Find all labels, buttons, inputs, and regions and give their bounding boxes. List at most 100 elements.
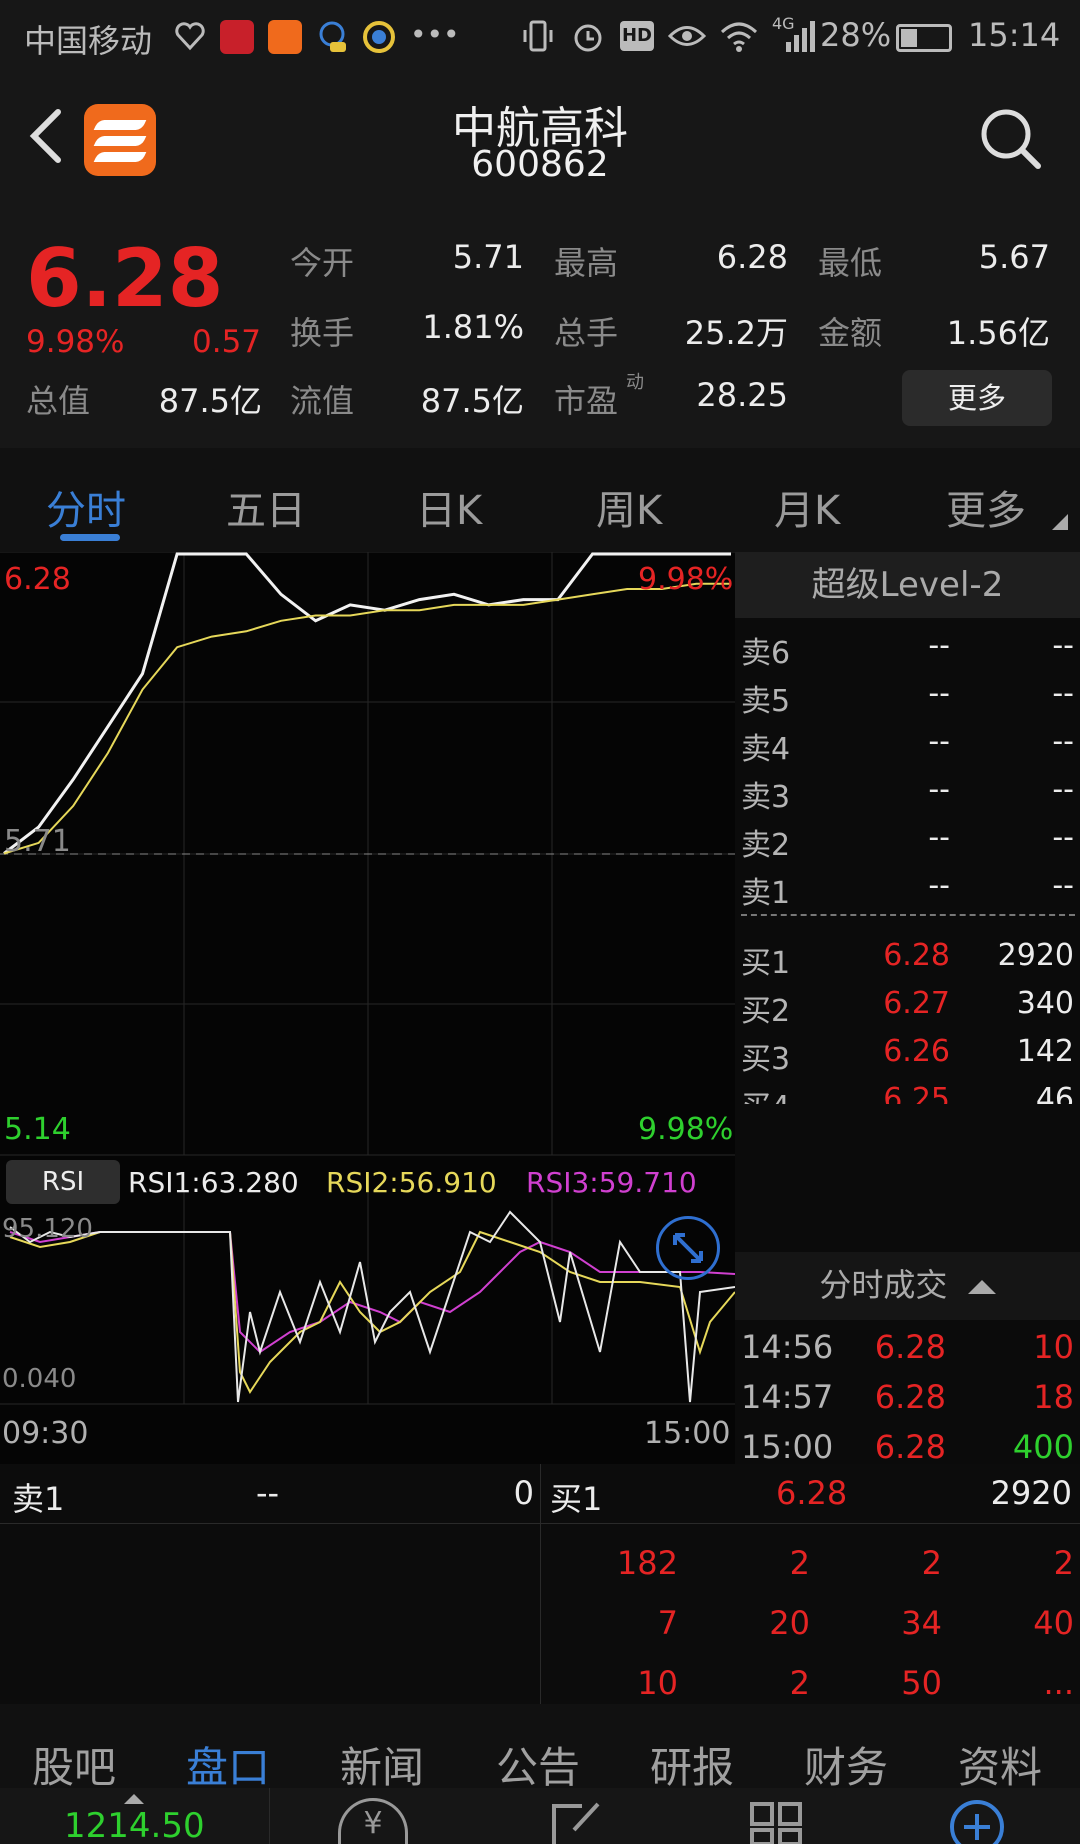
pe-value: 28.25 <box>696 376 788 414</box>
add-watchlist-icon[interactable] <box>948 1798 1006 1844</box>
buy1-label: 买1 <box>550 1480 603 1518</box>
trades-title: 分时成交 <box>819 1266 948 1304</box>
rsi3-value: RSI3:59.710 <box>526 1166 697 1199</box>
buy1-volume: 2920 <box>990 1474 1072 1512</box>
tab-monthly-k[interactable]: 月K <box>774 478 840 536</box>
stock-code: 600862 <box>471 144 609 185</box>
pct-low-label: 9.98% <box>638 1112 734 1147</box>
queue-order-size: ... <box>1043 1664 1074 1702</box>
intraday-chart[interactable]: 6.28 9.98% 5.71 5.14 9.98% RSI RSI1:63.2… <box>0 552 735 1464</box>
queue-order-size: 40 <box>1033 1604 1074 1642</box>
expand-chart-icon[interactable] <box>656 1216 720 1280</box>
trade-time: 14:56 <box>741 1328 834 1366</box>
asks-row: 卖1 -- -- <box>735 862 1080 911</box>
amount-label: 金额 <box>818 314 883 352</box>
asks-level-label: 卖6 <box>741 636 791 671</box>
rsi-bottom-label: 0.040 <box>2 1364 77 1394</box>
tab-profile[interactable]: 资料 <box>958 1734 1042 1795</box>
total-value: 87.5亿 <box>158 382 262 420</box>
bids-row: 买3 6.26 142 <box>735 1028 1080 1077</box>
asks-volume: -- <box>1052 868 1074 903</box>
asks-price: -- <box>928 820 950 855</box>
price-base-label: 5.71 <box>4 824 71 859</box>
bids-price: 6.28 <box>883 938 950 973</box>
rsi1-line <box>9 1210 735 1403</box>
change-value: 0.57 <box>192 324 262 360</box>
tab-announcements[interactable]: 公告 <box>496 1734 580 1795</box>
bids-level-label: 买1 <box>741 946 791 981</box>
tab-weekly-k[interactable]: 周K <box>596 478 662 536</box>
change-percent: 9.98% <box>26 324 125 360</box>
level2-title[interactable]: 超级Level-2 <box>735 552 1080 618</box>
more-button[interactable]: 更多 <box>902 370 1052 426</box>
tab-orderbook[interactable]: 盘口 <box>186 1734 270 1795</box>
bottom-toolbar: 1214.50 ¥ <box>0 1788 1080 1844</box>
chat-bubble-icon <box>319 21 346 52</box>
tab-news[interactable]: 新闻 <box>340 1734 424 1795</box>
turnover-label: 换手 <box>290 314 355 352</box>
back-arrow-icon[interactable] <box>26 108 66 164</box>
asks-row: 卖3 -- -- <box>735 766 1080 815</box>
trades-header[interactable]: 分时成交 <box>735 1252 1080 1320</box>
trade-row: 14:56 6.28 10 <box>735 1322 1080 1370</box>
asks-level-label: 卖4 <box>741 732 791 767</box>
buy1-price: 6.28 <box>776 1474 848 1512</box>
asks-row: 卖4 -- -- <box>735 718 1080 767</box>
index-ticker[interactable]: 1214.50 <box>0 1788 270 1844</box>
clock: 15:14 <box>968 16 1061 54</box>
tab-more[interactable]: 更多 <box>946 478 1026 536</box>
asks-price: -- <box>928 676 950 711</box>
trade-icon[interactable]: ¥ <box>338 1798 408 1844</box>
time-start-label: 09:30 <box>2 1416 89 1451</box>
tab-active-indicator <box>60 534 120 541</box>
tab-financials[interactable]: 财务 <box>804 1734 888 1795</box>
bids-price: 6.27 <box>883 986 950 1021</box>
order-queue: 卖1 -- 0 买1 6.28 2920 182 2 2 2 7 20 34 40 10 2 50.… <box>0 1464 1080 1704</box>
rsi-selector-button[interactable]: RSI <box>6 1160 120 1204</box>
bids-price: 6.26 <box>883 1034 950 1069</box>
pct-high-label: 9.98% <box>638 562 734 597</box>
queue-order-size: 2 <box>1053 1544 1074 1582</box>
trade-volume: 400 <box>1012 1428 1074 1466</box>
grid-icon[interactable] <box>748 1800 804 1844</box>
total-value-label: 总值 <box>26 382 91 420</box>
status-bar: 中国移动 ••• HD 4G 28% 15:14 <box>0 0 1080 76</box>
queue-order-size: 50 <box>901 1664 942 1702</box>
float-value-label: 流值 <box>290 382 355 420</box>
bottom-content-tabs: 股吧 盘口 新闻 公告 研报 财务 资料 <box>0 1704 1080 1794</box>
open-value: 5.71 <box>452 238 524 276</box>
asks-level-label: 卖1 <box>741 876 791 911</box>
stock-header: 中航高科 600862 <box>0 76 1080 196</box>
sell1-volume: 0 <box>513 1474 534 1512</box>
stock-app-orange-icon <box>268 20 302 54</box>
bids-row: 买4 6.25 46 <box>735 1076 1080 1104</box>
edit-icon[interactable] <box>548 1800 604 1844</box>
quote-panel: 6.28 9.98% 0.57 今开 5.71 最高 6.28 最低 5.67 … <box>0 196 1080 448</box>
bids-volume: 142 <box>1016 1034 1074 1069</box>
queue-order-size: 2 <box>789 1664 810 1702</box>
float-value: 87.5亿 <box>420 382 524 420</box>
level2-panel: 超级Level-2 卖6 -- -- 卖5 -- -- 卖4 -- -- 卖3 -- -- 卖2 -- --… <box>735 552 1080 1466</box>
low-value: 5.67 <box>978 238 1050 276</box>
rsi2-value: RSI2:56.910 <box>326 1166 497 1199</box>
trade-price: 6.28 <box>874 1328 946 1366</box>
tab-daily-k[interactable]: 日K <box>416 478 482 536</box>
eye-icon <box>668 26 706 46</box>
triangle-up-icon <box>967 1280 996 1294</box>
tab-forum[interactable]: 股吧 <box>32 1734 116 1795</box>
search-icon[interactable] <box>978 106 1044 172</box>
carrier-label: 中国移动 <box>24 22 153 60</box>
vibrate-icon <box>523 20 553 52</box>
trade-volume: 18 <box>1033 1378 1074 1416</box>
app-logo[interactable] <box>84 104 156 176</box>
tab-five-day[interactable]: 五日 <box>226 478 306 536</box>
queue-order-size: 10 <box>637 1664 678 1702</box>
triangle-up-icon <box>124 1794 144 1804</box>
chart-grid <box>0 552 735 1405</box>
asks-price: -- <box>928 772 950 807</box>
asks-price: -- <box>928 724 950 759</box>
asks-row: 卖6 -- -- <box>735 622 1080 671</box>
asks-row: 卖5 -- -- <box>735 670 1080 719</box>
tab-research[interactable]: 研报 <box>650 1734 734 1795</box>
tab-intraday[interactable]: 分时 <box>46 478 126 536</box>
